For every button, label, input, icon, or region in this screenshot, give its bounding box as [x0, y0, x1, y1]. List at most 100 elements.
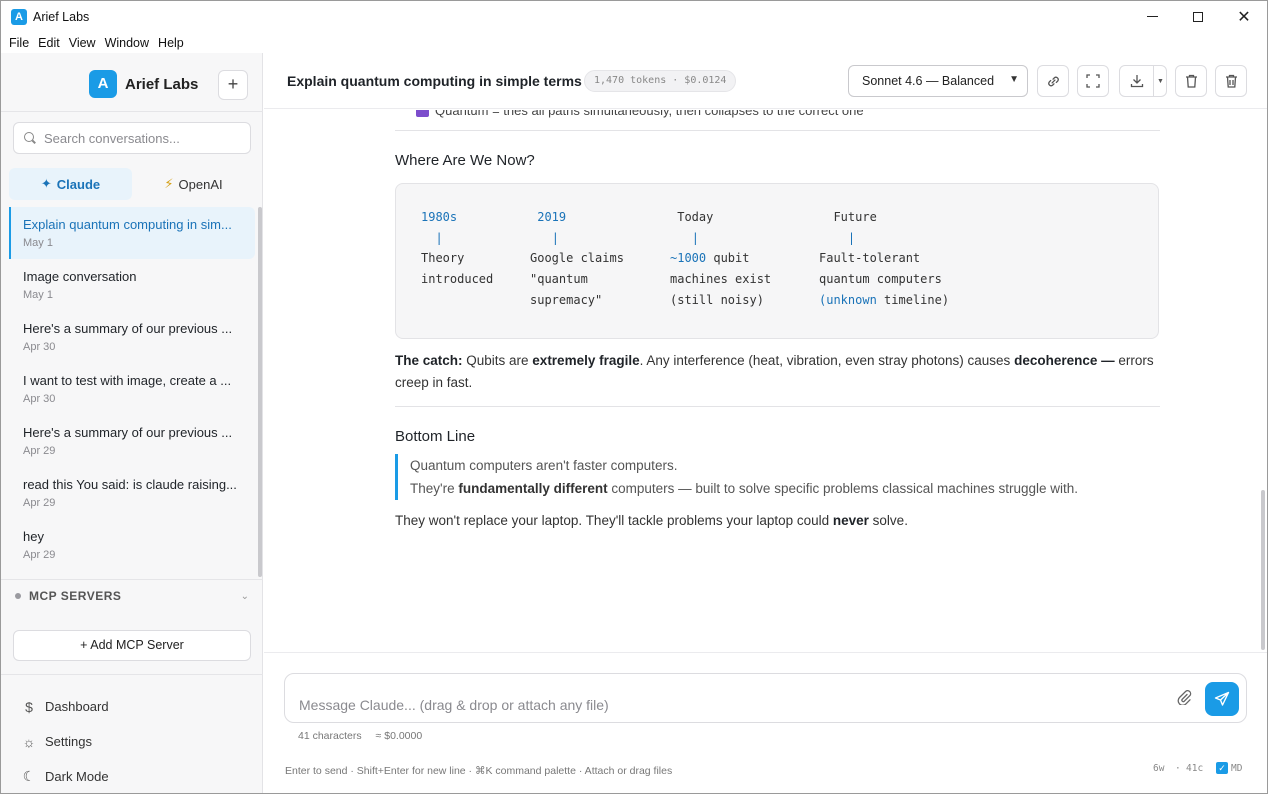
timeline-column: Today | ~1000 qubit machines exist (stil… — [670, 207, 771, 311]
quote-line: They're fundamentally different computer… — [410, 477, 1165, 500]
title-bar: A Arief Labs ✕ — [1, 1, 1267, 32]
timeline-highlight: (unknown — [819, 292, 877, 307]
menu-file[interactable]: File — [1, 33, 29, 53]
add-mcp-server-button[interactable]: + Add MCP Server — [13, 630, 251, 661]
timeline-era: 1980s — [421, 210, 458, 224]
code-block: 1980s | Theory introduced 2019 | Google … — [395, 183, 1159, 339]
timeline-tick: | — [691, 230, 699, 245]
moon-icon: ☾ — [22, 768, 36, 784]
content-scrollbar[interactable] — [1261, 490, 1265, 650]
timeline-era: 2019 — [537, 210, 567, 224]
partial-list-item: Quantum = tries all paths simultaneously… — [416, 110, 864, 118]
copy-link-button[interactable] — [1037, 65, 1069, 97]
clear-button[interactable] — [1175, 65, 1207, 97]
character-count: 41 characters — [298, 730, 362, 742]
download-icon — [1130, 75, 1143, 88]
dollar-icon: $ — [25, 698, 33, 715]
sidebar-divider — [1, 111, 263, 112]
nav-dark-mode[interactable]: ☾ Dark Mode — [21, 759, 109, 794]
text: Qubits are — [462, 353, 533, 368]
partial-line-text: Quantum = tries all paths simultaneously… — [435, 110, 864, 118]
fullscreen-button[interactable] — [1077, 65, 1109, 97]
mcp-servers-title: MCP SERVERS — [29, 589, 122, 603]
menu-edit[interactable]: Edit — [30, 33, 60, 53]
close-icon: ✕ — [1237, 8, 1251, 26]
section-heading: Bottom Line — [395, 428, 476, 445]
sidebar-scrollbar[interactable] — [258, 207, 262, 577]
tab-claude[interactable]: ✦ Claude — [9, 168, 132, 200]
char-count-short: 41c — [1186, 763, 1204, 774]
export-button[interactable] — [1120, 66, 1154, 96]
timeline-era: Today — [677, 210, 714, 224]
section-heading: Where Are We Now? — [395, 152, 535, 169]
conversation-date: Apr 29 — [23, 497, 56, 509]
window-title: Arief Labs — [33, 10, 90, 24]
nav-settings-label: Settings — [45, 734, 92, 749]
text: solve. — [868, 513, 908, 528]
timeline-tick: | — [551, 230, 559, 245]
send-button[interactable] — [1205, 682, 1239, 716]
expand-icon — [1086, 74, 1100, 88]
lightning-icon: ⚡ — [164, 176, 174, 191]
brand-name: Arief Labs — [125, 75, 199, 93]
list-item[interactable]: Image conversation May 1 — [9, 259, 255, 311]
text: computers — built to solve specific prob… — [607, 481, 1079, 496]
export-menu-button[interactable]: ▼ — [1154, 66, 1167, 96]
list-item[interactable]: Here's a summary of our previous ... Apr… — [9, 415, 255, 467]
app-window: A Arief Labs ✕ File Edit View Window Hel… — [0, 0, 1268, 794]
menu-view[interactable]: View — [61, 33, 96, 53]
trash-icon — [1225, 74, 1237, 88]
conversation-title: Image conversation — [23, 269, 137, 284]
app-icon: A — [11, 9, 27, 25]
brand: A Arief Labs — [89, 70, 198, 98]
composer-meta: 41 characters ≈ $0.0000 — [298, 730, 433, 742]
close-button[interactable]: ✕ — [1221, 1, 1267, 32]
nav-dashboard[interactable]: $ Dashboard — [21, 689, 109, 724]
sidebar: A Arief Labs + ✦ Claude ⚡ OpenAI Explain… — [1, 53, 263, 793]
tab-openai-label: OpenAI — [178, 176, 223, 192]
conversation-date: May 1 — [23, 289, 53, 301]
menu-window[interactable]: Window — [97, 33, 149, 53]
timeline-text: "quantum — [530, 272, 588, 287]
timeline-text: machines exist — [670, 272, 772, 287]
delete-button[interactable] — [1215, 65, 1247, 97]
markdown-checkbox[interactable]: ✓ — [1216, 762, 1228, 774]
list-item[interactable]: hey Apr 29 — [9, 519, 255, 571]
list-item[interactable]: read this You said: is claude raising...… — [9, 467, 255, 519]
paperclip-icon[interactable] — [1176, 689, 1192, 710]
nav-dashboard-label: Dashboard — [45, 699, 109, 714]
conversation-date: Apr 29 — [23, 549, 56, 561]
minimize-icon — [1146, 16, 1158, 17]
menu-help[interactable]: Help — [150, 33, 184, 53]
timeline-text: timeline) — [876, 292, 950, 307]
minimize-button[interactable] — [1129, 1, 1175, 32]
list-item[interactable]: Explain quantum computing in sim... May … — [9, 207, 255, 259]
bold-text: decoherence — — [1014, 353, 1115, 368]
brand-logo: A — [89, 70, 117, 98]
timeline-text: Theory — [421, 251, 465, 266]
text: They won't replace your laptop. They'll … — [395, 513, 833, 528]
maximize-button[interactable] — [1175, 1, 1221, 32]
search-box[interactable] — [13, 122, 251, 154]
keyboard-hint: Enter to send · Shift+Enter for new line… — [285, 765, 673, 777]
new-chat-button[interactable]: + — [218, 70, 248, 100]
conversation-date: May 1 — [23, 237, 53, 249]
message-input[interactable] — [299, 697, 1149, 713]
sidebar-divider — [1, 579, 263, 580]
timeline-text: quantum computers — [819, 272, 942, 287]
list-item[interactable]: Here's a summary of our previous ... Apr… — [9, 311, 255, 363]
word-count: 6w — [1153, 763, 1165, 774]
nav-settings[interactable]: ☼ Settings — [21, 724, 109, 759]
tab-openai[interactable]: ⚡ OpenAI — [132, 168, 255, 200]
model-select[interactable]: Sonnet 4.6 — Balanced ▼ — [848, 65, 1028, 97]
conversation-title: I want to test with image, create a ... — [23, 373, 232, 388]
list-item[interactable]: I want to test with image, create a ... … — [9, 363, 255, 415]
timeline-tick: | — [435, 230, 443, 245]
search-input[interactable] — [44, 130, 244, 146]
trash-icon — [1185, 74, 1197, 88]
mcp-servers-header[interactable]: MCP SERVERS ⌄ — [15, 589, 249, 603]
quote-line: Quantum computers aren't faster computer… — [410, 458, 678, 473]
timeline-era: Future — [833, 210, 877, 224]
paragraph: The catch: Qubits are extremely fragile.… — [395, 350, 1165, 394]
tab-claude-label: Claude — [56, 176, 101, 192]
